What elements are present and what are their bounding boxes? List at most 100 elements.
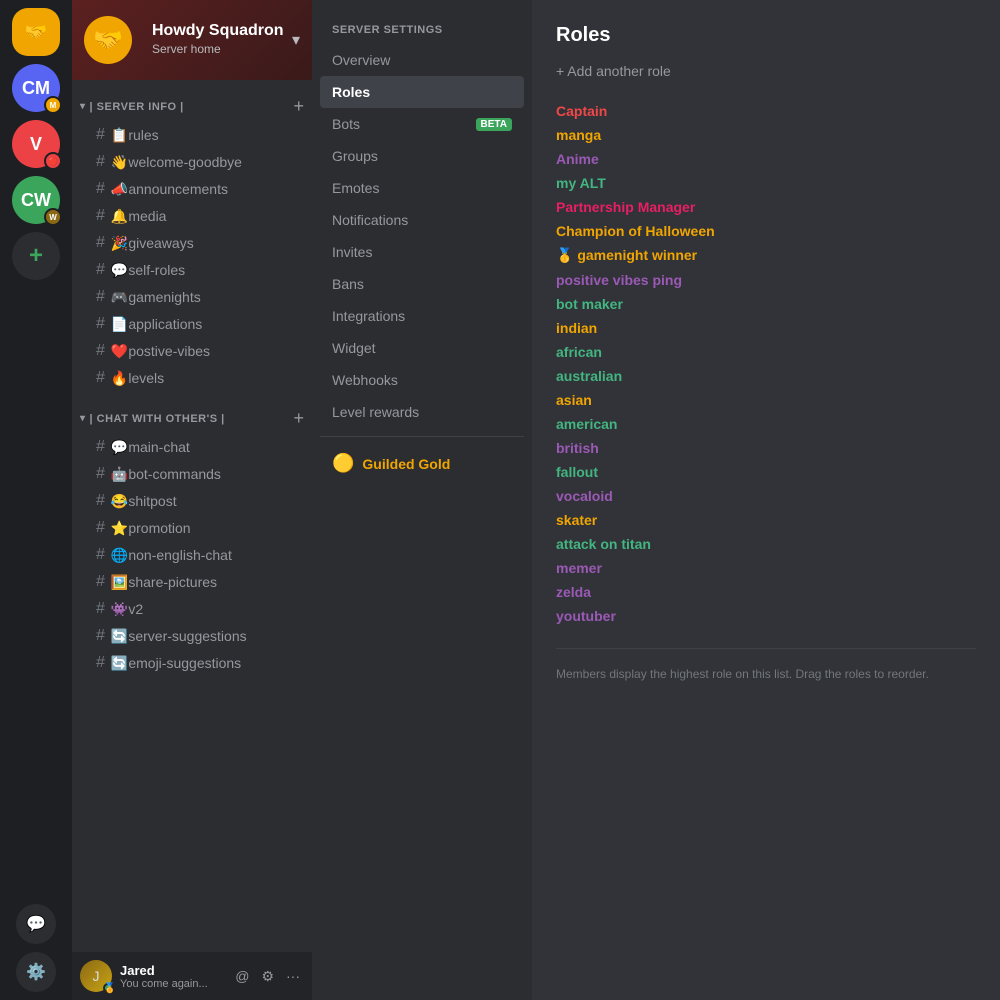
role-item[interactable]: Champion of Halloween [556,219,976,243]
role-item[interactable]: positive vibes ping [556,268,976,292]
roles-hint: Members display the highest role on this… [556,648,976,683]
category-arrow-2: ▾ [80,413,86,424]
server-icon-howdy[interactable]: 🤝 [12,8,60,56]
channel-levels[interactable]: # 🔥levels [80,365,304,391]
hash-icon: # [96,546,105,564]
channel-media[interactable]: # 🔔media [80,203,304,229]
role-item[interactable]: bot maker [556,292,976,316]
channel-share-pictures[interactable]: # 🖼️share-pictures [80,569,304,595]
channel-rules[interactable]: # 📋rules [80,122,304,148]
channel-welcome-goodbye[interactable]: # 👋welcome-goodbye [80,149,304,175]
hash-icon: # [96,288,105,306]
channel-name: 🔥levels [111,370,164,387]
channel-postive-vibes[interactable]: # ❤️postive-vibes [80,338,304,364]
settings-item-integrations[interactable]: Integrations [320,300,524,332]
channel-promotion[interactable]: # ⭐promotion [80,515,304,541]
role-item[interactable]: vocaloid [556,484,976,508]
channel-v2[interactable]: # 👾v2 [80,596,304,622]
hash-icon: # [96,207,105,225]
add-channel-button-2[interactable]: + [293,408,304,429]
channel-shitpost[interactable]: # 😂shitpost [80,488,304,514]
channel-name: 🌐non-english-chat [111,547,232,564]
server-header[interactable]: 🤝 Howdy Squadron Server home ▾ [72,0,312,80]
channel-name: 🔄emoji-suggestions [111,655,241,672]
settings-section-title: Server Settings [320,16,524,44]
settings-item-bans[interactable]: Bans [320,268,524,300]
server-icon-cm[interactable]: CM M [12,64,60,112]
guilded-gold-item[interactable]: 🟡 Guilded Gold [320,445,524,482]
settings-item-notifications[interactable]: Notifications [320,204,524,236]
settings-item-label: Webhooks [332,372,398,388]
category-name: | Server Info | [90,101,184,113]
role-item[interactable]: Anime [556,147,976,171]
settings-item-groups[interactable]: Groups [320,140,524,172]
settings-gear-icon[interactable]: ⚙ [257,964,278,989]
role-item[interactable]: african [556,340,976,364]
settings-icon[interactable]: ⚙️ [16,952,56,992]
settings-item-overview[interactable]: Overview [320,44,524,76]
role-item[interactable]: memer [556,556,976,580]
role-item[interactable]: zelda [556,580,976,604]
channel-main-chat[interactable]: # 💬main-chat [80,434,304,460]
category-label-2[interactable]: ▾ | Chat With other's | [80,413,225,425]
status-badge-emoji: 🏅 [104,983,116,994]
server-icon-label: V [30,134,42,155]
role-item[interactable]: skater [556,508,976,532]
hash-icon: # [96,126,105,144]
channel-name: 🔔media [111,208,167,225]
channel-name: 💬self-roles [111,262,185,279]
settings-item-webhooks[interactable]: Webhooks [320,364,524,396]
channel-name: 📋rules [111,127,159,144]
role-item[interactable]: my ALT [556,171,976,195]
channel-announcements[interactable]: # 📣announcements [80,176,304,202]
role-item[interactable]: american [556,412,976,436]
settings-sidebar: Server Settings Overview Roles Bots BETA… [312,0,532,1000]
server-icon-cw[interactable]: CW W [12,176,60,224]
role-item[interactable]: asian [556,388,976,412]
add-role-button[interactable]: + Add another role [556,63,976,79]
settings-item-label: Bots [332,116,360,132]
role-item[interactable]: attack on titan [556,532,976,556]
channel-bot-commands[interactable]: # 🤖bot-commands [80,461,304,487]
add-server-button[interactable]: + [12,232,60,280]
role-item[interactable]: 🥇 gamenight winner [556,243,976,268]
channel-emoji-suggestions[interactable]: # 🔄emoji-suggestions [80,650,304,676]
channel-giveaways[interactable]: # 🎉giveaways [80,230,304,256]
hash-icon: # [96,600,105,618]
settings-item-invites[interactable]: Invites [320,236,524,268]
role-item[interactable]: youtuber [556,604,976,628]
settings-item-level-rewards[interactable]: Level rewards [320,396,524,428]
channel-name: 🎮gamenights [111,289,201,306]
chat-icon[interactable]: 💬 [16,904,56,944]
settings-item-roles[interactable]: Roles [320,76,524,108]
guilded-coin-icon: 🟡 [332,453,354,474]
channel-name: 🖼️share-pictures [111,574,217,591]
settings-item-widget[interactable]: Widget [320,332,524,364]
add-channel-button[interactable]: + [293,96,304,117]
role-item[interactable]: indian [556,316,976,340]
server-name: Howdy Squadron [152,22,284,40]
role-item[interactable]: british [556,436,976,460]
role-item[interactable]: Partnership Manager [556,195,976,219]
role-item[interactable]: Captain [556,99,976,123]
hash-icon: # [96,315,105,333]
settings-item-bots[interactable]: Bots BETA [320,108,524,140]
server-icon-label: CW [21,190,51,211]
more-options-icon[interactable]: ··· [282,964,304,989]
channel-non-english-chat[interactable]: # 🌐non-english-chat [80,542,304,568]
settings-item-emotes[interactable]: Emotes [320,172,524,204]
channel-server-suggestions[interactable]: # 🔄server-suggestions [80,623,304,649]
server-icon-v[interactable]: V 🔴 [12,120,60,168]
at-icon[interactable]: @ [231,964,253,989]
role-item[interactable]: fallout [556,460,976,484]
role-item[interactable]: australian [556,364,976,388]
channel-gamenights[interactable]: # 🎮gamenights [80,284,304,310]
role-item[interactable]: manga [556,123,976,147]
server-icons-sidebar: 🤝 CM M V 🔴 CW W + 💬 ⚙️ [0,0,72,1000]
channel-name: 📣announcements [111,181,228,198]
channel-self-roles[interactable]: # 💬self-roles [80,257,304,283]
hash-icon: # [96,261,105,279]
category-label[interactable]: ▾ | Server Info | [80,101,184,113]
channel-applications[interactable]: # 📄applications [80,311,304,337]
beta-badge: BETA [476,118,512,131]
